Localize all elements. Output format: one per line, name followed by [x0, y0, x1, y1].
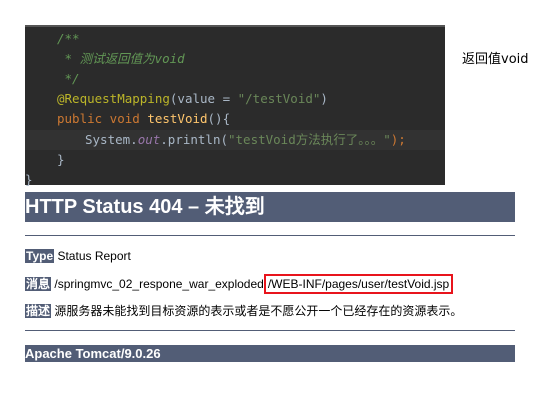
code-line: public void testVoid(){: [57, 109, 230, 129]
description-value: 源服务器未能找到目标资源的表示或者是不愿公开一个已经存在的资源表示。: [54, 304, 463, 318]
method-name: testVoid: [147, 111, 208, 126]
annotation: @RequestMapping: [57, 91, 170, 106]
code-line: * 测试返回值为void: [57, 51, 185, 66]
message-row: 消息 /springmvc_02_respone_war_exploded/WE…: [25, 274, 454, 294]
code-text: (){: [207, 111, 231, 126]
code-line: }: [57, 152, 65, 167]
error-title: HTTP Status 404 – 未找到: [25, 192, 515, 222]
keyword: public void: [57, 111, 148, 126]
type-label: Type: [25, 249, 55, 263]
description-row: 描述 源服务器未能找到目标资源的表示或者是不愿公开一个已经存在的资源表示。: [25, 303, 462, 319]
code-line: System.out.println("testVoid方法执行了。。。");: [85, 130, 406, 150]
description-label: 描述: [25, 304, 52, 318]
code-text: System.: [85, 132, 138, 147]
code-line: */: [57, 71, 80, 86]
code-text: );: [390, 132, 406, 147]
string-literal: "/testVoid": [237, 91, 321, 106]
code-line: @RequestMapping(value = "/testVoid"): [57, 89, 328, 109]
code-text: .println(: [160, 132, 228, 147]
code-text: ): [320, 91, 328, 106]
code-text: (value =: [169, 91, 238, 106]
message-highlight: /WEB-INF/pages/user/testVoid.jsp: [263, 274, 454, 294]
type-row: Type Status Report: [25, 248, 131, 264]
code-line: /**: [57, 31, 80, 46]
side-note: 返回值void: [462, 52, 529, 67]
field: out: [137, 132, 161, 147]
message-label: 消息: [25, 277, 52, 291]
code-line: }: [25, 172, 33, 187]
type-value: Status Report: [57, 249, 131, 263]
server-footer: Apache Tomcat/9.0.26: [25, 345, 515, 362]
string-literal: "testVoid方法执行了。。。": [228, 132, 391, 147]
code-editor-screenshot: /** * 测试返回值为void */ @RequestMapping(valu…: [25, 25, 445, 187]
divider: [25, 330, 515, 331]
divider: [25, 235, 515, 236]
message-prefix: /springmvc_02_respone_war_exploded: [54, 277, 264, 291]
